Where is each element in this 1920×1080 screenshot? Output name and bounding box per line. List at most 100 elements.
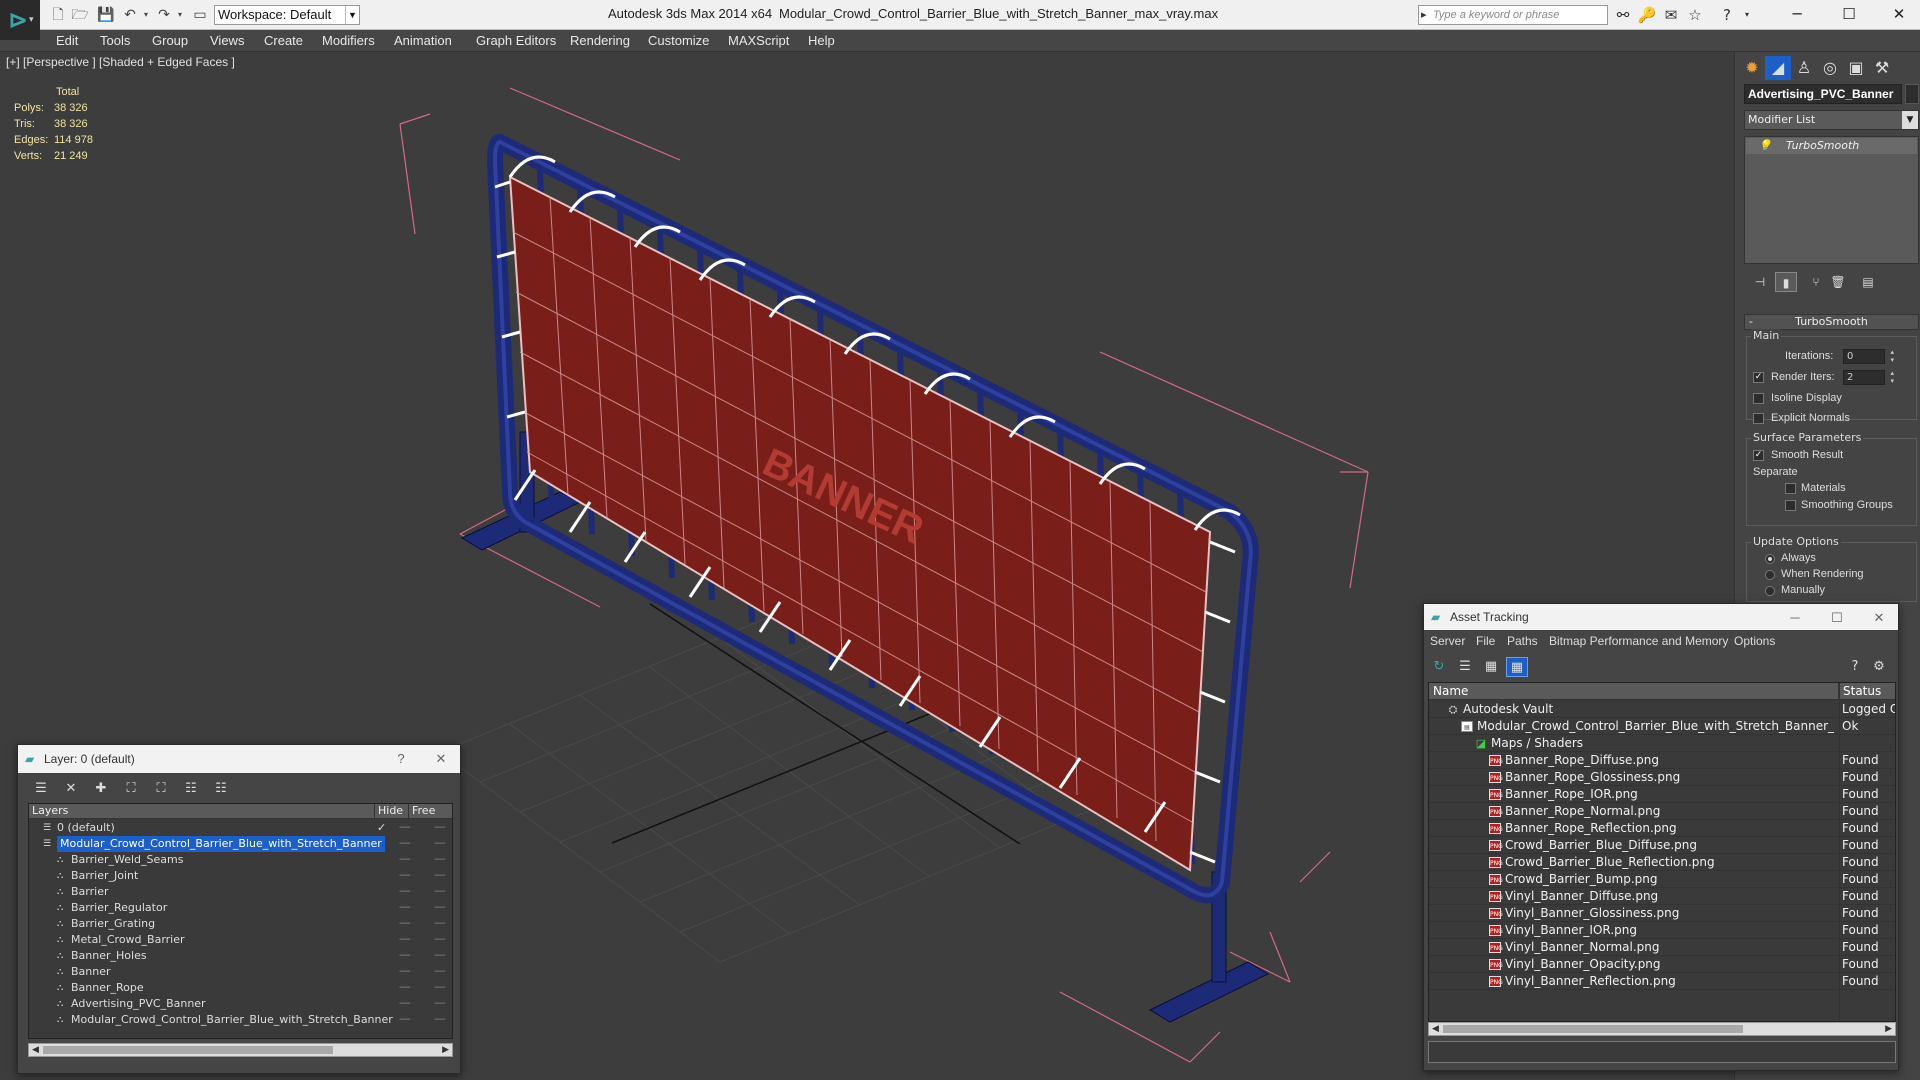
- layer-row[interactable]: ⛬ Barrier ---- ----: [29, 884, 452, 900]
- render-iters-spinner[interactable]: 2: [1843, 369, 1894, 385]
- when-rendering-radio[interactable]: [1765, 570, 1775, 580]
- hide-toggle[interactable]: ----: [399, 868, 410, 884]
- always-radio[interactable]: [1765, 554, 1775, 564]
- minimize-icon[interactable]: ─: [1782, 606, 1808, 630]
- open-file-icon[interactable]: 🗁: [70, 6, 90, 24]
- display-tab-icon[interactable]: ▣: [1843, 56, 1869, 80]
- iterations-spinner[interactable]: 0: [1843, 348, 1894, 364]
- binoculars-icon[interactable]: ⚯: [1612, 6, 1634, 24]
- freeze-toggle[interactable]: ----: [434, 948, 445, 964]
- chevron-left-icon[interactable]: ◀: [1432, 1023, 1439, 1035]
- freeze-toggle[interactable]: ----: [434, 884, 445, 900]
- close-button[interactable]: ✕: [1876, 2, 1920, 26]
- configure-modifier-sets-icon[interactable]: ▤: [1857, 272, 1879, 292]
- asset-row[interactable]: PNG Vinyl_Banner_Normal.png Found: [1429, 939, 1895, 956]
- minimize-button[interactable]: ─: [1774, 2, 1820, 26]
- hide-toggle[interactable]: ----: [399, 980, 410, 996]
- pin-stack-icon[interactable]: ⊣: [1749, 272, 1771, 292]
- menu-views[interactable]: Views: [210, 33, 244, 48]
- select-objects-icon[interactable]: ⛶: [120, 779, 142, 799]
- layer-row[interactable]: ⛬ Barrier_Joint ---- ----: [29, 868, 452, 884]
- menu-server[interactable]: Server: [1430, 634, 1465, 648]
- menu-modifiers[interactable]: Modifiers: [322, 33, 375, 48]
- viewport-label[interactable]: [+] [Perspective ] [Shaded + Edged Faces…: [6, 55, 235, 69]
- explicit-normals-checkbox[interactable]: [1753, 413, 1764, 424]
- hide-toggle[interactable]: ----: [399, 852, 410, 868]
- layer-row[interactable]: ☰ Modular_Crowd_Control_Barrier_Blue_with…: [29, 836, 452, 852]
- hide-all-layers-icon[interactable]: ☷: [180, 779, 202, 799]
- chevron-right-icon[interactable]: ▶: [442, 1044, 449, 1056]
- chevron-down-icon[interactable]: ▾: [1736, 6, 1758, 24]
- active-layer-check-icon[interactable]: ✓: [377, 820, 386, 836]
- layer-row[interactable]: ☰ 0 (default) ✓ ---- ----: [29, 820, 452, 836]
- menu-help[interactable]: Help: [808, 33, 835, 48]
- isoline-display-checkbox[interactable]: [1753, 393, 1764, 404]
- object-color-swatch[interactable]: [1905, 84, 1919, 104]
- dialog-title-bar[interactable]: ▰ Asset Tracking ─ ☐ ✕: [1424, 604, 1898, 630]
- menu-options[interactable]: Options: [1734, 634, 1775, 648]
- delete-layer-icon[interactable]: ✕: [60, 779, 82, 799]
- smooth-result-checkbox[interactable]: ✓: [1753, 450, 1764, 461]
- add-to-layer-icon[interactable]: ✚: [90, 779, 112, 799]
- freeze-toggle[interactable]: ----: [434, 900, 445, 916]
- asset-row[interactable]: PNG Vinyl_Banner_Opacity.png Found: [1429, 956, 1895, 973]
- favorites-star-icon[interactable]: ☆: [1684, 6, 1706, 24]
- freeze-toggle[interactable]: ----: [434, 996, 445, 1012]
- help-icon[interactable]: ?: [1716, 6, 1738, 24]
- make-unique-icon[interactable]: ⑂: [1805, 272, 1827, 292]
- new-file-icon[interactable]: 🗋: [48, 6, 68, 24]
- save-file-icon[interactable]: 💾: [96, 6, 116, 24]
- horizontal-scrollbar[interactable]: ◀ ▶: [28, 1043, 453, 1057]
- maximize-icon[interactable]: ☐: [1824, 606, 1850, 630]
- freeze-toggle[interactable]: ----: [434, 836, 445, 852]
- render-iters-checkbox[interactable]: ✓: [1753, 372, 1764, 383]
- menu-group[interactable]: Group: [152, 33, 188, 48]
- horizontal-scrollbar[interactable]: ◀ ▶: [1428, 1022, 1896, 1036]
- layer-row[interactable]: ⛬ Banner_Holes ---- ----: [29, 948, 452, 964]
- hide-toggle[interactable]: ----: [399, 948, 410, 964]
- column-header-name[interactable]: Name: [1429, 683, 1839, 700]
- chevron-down-icon[interactable]: ▾: [136, 6, 156, 24]
- menu-animation[interactable]: Animation: [394, 33, 452, 48]
- layer-row[interactable]: ⛬ Modular_Crowd_Control_Barrier_Blue_with…: [29, 1012, 452, 1028]
- menu-tools[interactable]: Tools: [100, 33, 130, 48]
- grid-view-icon[interactable]: ▦: [1506, 657, 1528, 677]
- asset-row[interactable]: PNG Banner_Rope_IOR.png Found: [1429, 786, 1895, 803]
- freeze-toggle[interactable]: ----: [434, 852, 445, 868]
- asset-row[interactable]: PNG Banner_Rope_Reflection.png Found: [1429, 820, 1895, 837]
- asset-row[interactable]: PNG Banner_Rope_Diffuse.png Found: [1429, 752, 1895, 769]
- asset-row[interactable]: PNG Vinyl_Banner_Reflection.png Found: [1429, 973, 1895, 990]
- help-button[interactable]: ?: [388, 747, 414, 771]
- layer-row[interactable]: ⛬ Barrier_Grating ---- ----: [29, 916, 452, 932]
- menu-rendering[interactable]: Rendering: [570, 33, 630, 48]
- freeze-toggle[interactable]: ----: [434, 1012, 445, 1028]
- modifier-stack[interactable]: 💡 TurboSmooth: [1744, 136, 1919, 264]
- asset-row[interactable]: PNG Vinyl_Banner_IOR.png Found: [1429, 922, 1895, 939]
- create-tab-icon[interactable]: ✹: [1739, 56, 1765, 80]
- freeze-toggle[interactable]: ----: [434, 932, 445, 948]
- hide-toggle[interactable]: ----: [399, 996, 410, 1012]
- layer-row[interactable]: ⛬ Banner ---- ----: [29, 964, 452, 980]
- asset-row[interactable]: PNG Banner_Rope_Glossiness.png Found: [1429, 769, 1895, 786]
- dialog-title-bar[interactable]: ▰ Layer: 0 (default) ? ✕: [18, 745, 460, 773]
- utilities-tab-icon[interactable]: ⚒: [1869, 56, 1895, 80]
- refresh-icon[interactable]: ↻: [1428, 657, 1450, 677]
- motion-tab-icon[interactable]: ◎: [1817, 56, 1843, 80]
- asset-row[interactable]: PNG Crowd_Barrier_Blue_Diffuse.png Found: [1429, 837, 1895, 854]
- table-view-icon[interactable]: ▦: [1480, 657, 1502, 677]
- freeze-toggle[interactable]: ----: [434, 916, 445, 932]
- hide-toggle[interactable]: ----: [399, 916, 410, 932]
- asset-row[interactable]: ▤ Modular_Crowd_Control_Barrier_Blue_with…: [1429, 718, 1895, 735]
- project-folder-icon[interactable]: ▭: [190, 6, 210, 24]
- freeze-toggle[interactable]: ----: [434, 964, 445, 980]
- chevron-left-icon[interactable]: ◀: [32, 1044, 39, 1056]
- menu-paths[interactable]: Paths: [1507, 634, 1538, 648]
- close-icon[interactable]: ✕: [428, 747, 454, 771]
- layer-row[interactable]: ⛬ Banner_Rope ---- ----: [29, 980, 452, 996]
- layer-row[interactable]: ⛬ Advertising_PVC_Banner ---- ----: [29, 996, 452, 1012]
- layer-row[interactable]: ⛬ Metal_Crowd_Barrier ---- ----: [29, 932, 452, 948]
- object-name-field[interactable]: Advertising_PVC_Banner: [1744, 84, 1902, 104]
- hide-toggle[interactable]: ----: [399, 836, 410, 852]
- hide-toggle[interactable]: ----: [399, 900, 410, 916]
- menu-bitmap-performance[interactable]: Bitmap Performance and Memory: [1549, 634, 1728, 648]
